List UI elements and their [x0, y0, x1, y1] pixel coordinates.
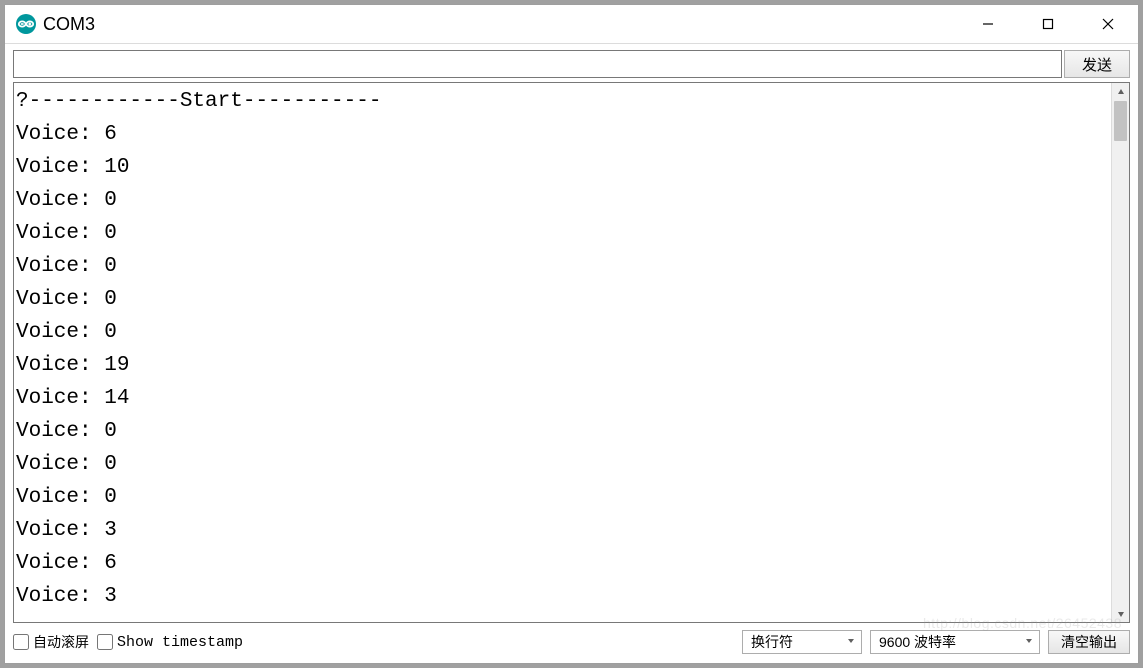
autoscroll-checkbox[interactable]: 自动滚屏 [13, 632, 89, 652]
timestamp-checkbox-input[interactable] [97, 634, 113, 650]
line-ending-select[interactable]: 换行符 [742, 630, 862, 654]
minimize-button[interactable] [958, 5, 1018, 43]
window-title: COM3 [43, 14, 958, 35]
maximize-button[interactable] [1018, 5, 1078, 43]
baud-rate-selected: 9600 波特率 [879, 632, 956, 652]
footer-row: 自动滚屏 Show timestamp 换行符 9600 波特率 清空输出 [5, 627, 1138, 663]
vertical-scrollbar[interactable] [1111, 83, 1129, 622]
titlebar: COM3 [5, 5, 1138, 44]
clear-output-button[interactable]: 清空输出 [1048, 630, 1130, 654]
autoscroll-checkbox-input[interactable] [13, 634, 29, 650]
console-output: ?------------Start----------- Voice: 6 V… [14, 83, 1111, 622]
console-wrap: ?------------Start----------- Voice: 6 V… [13, 82, 1130, 623]
window-controls [958, 5, 1138, 43]
scroll-down-icon[interactable] [1112, 605, 1129, 622]
window-frame: COM3 发送 ?------------Start----------- Vo… [4, 4, 1139, 664]
autoscroll-label: 自动滚屏 [33, 632, 89, 652]
timestamp-checkbox[interactable]: Show timestamp [97, 634, 243, 651]
close-button[interactable] [1078, 5, 1138, 43]
timestamp-label: Show timestamp [117, 634, 243, 651]
console-and-scroll: ?------------Start----------- Voice: 6 V… [14, 83, 1129, 622]
send-input[interactable] [13, 50, 1062, 78]
send-button[interactable]: 发送 [1064, 50, 1130, 78]
chevron-down-icon [847, 637, 855, 648]
line-ending-selected: 换行符 [751, 632, 793, 652]
scroll-up-icon[interactable] [1112, 83, 1129, 100]
baud-rate-select[interactable]: 9600 波特率 [870, 630, 1040, 654]
chevron-down-icon [1025, 637, 1033, 648]
scroll-thumb[interactable] [1114, 101, 1127, 141]
send-row: 发送 [5, 44, 1138, 82]
app-icon [15, 13, 37, 35]
